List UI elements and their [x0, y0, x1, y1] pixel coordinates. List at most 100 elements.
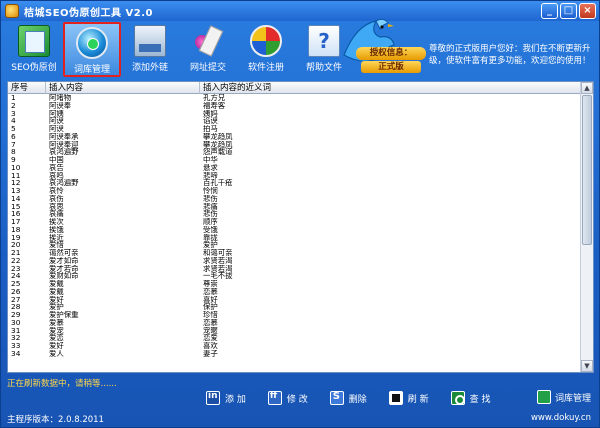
- delete-icon: [329, 391, 344, 405]
- library-button[interactable]: 词库管理: [537, 390, 591, 404]
- table-row[interactable]: 32 爱恋 恋爱: [8, 334, 581, 342]
- row-insert: 爱恋: [49, 334, 64, 342]
- find-button[interactable]: 查 找: [450, 390, 491, 406]
- globe-icon: [76, 27, 108, 59]
- toolbar-register[interactable]: 软件注册: [237, 22, 295, 77]
- row-insert: 挨饿: [49, 225, 64, 234]
- header-index[interactable]: 序号: [8, 82, 46, 94]
- table-row[interactable]: 33 爱好 喜欢: [8, 342, 581, 350]
- scroll-up-icon[interactable]: ▲: [581, 82, 593, 94]
- row-index: 34: [11, 349, 21, 358]
- add-button[interactable]: 添 加: [206, 390, 246, 406]
- row-insert: 爱人: [49, 349, 64, 358]
- vertical-scrollbar[interactable]: ▲ ▼: [580, 82, 593, 372]
- table-row[interactable]: 28 爱护 保护: [8, 303, 581, 311]
- table-row[interactable]: 2 阿谀奉 福寿客: [8, 102, 581, 110]
- delete-button[interactable]: 删除: [329, 390, 367, 406]
- row-insert: 爱财如命: [49, 272, 79, 280]
- minimize-icon[interactable]: _: [541, 3, 558, 19]
- delete-label: 删除: [348, 394, 367, 405]
- table-row[interactable]: 20 爱惜 爱护: [8, 241, 581, 249]
- table-row[interactable]: 26 爱戴 恋慕: [8, 288, 581, 296]
- row-synonym: 攀龙趋凤: [203, 132, 233, 141]
- row-insert: 爱慕: [49, 318, 64, 327]
- table-row[interactable]: 1 阿堵物 孔方兄: [8, 94, 581, 102]
- pen-icon: [192, 25, 224, 57]
- header-synonym[interactable]: 插入内容的近义词: [200, 82, 581, 94]
- row-insert: 爱好: [49, 295, 64, 304]
- edit-icon: [267, 391, 282, 405]
- row-index: 11: [11, 171, 21, 180]
- row-insert: 爱戴: [49, 280, 64, 288]
- table-row[interactable]: 15 哀思 悲痛: [8, 203, 581, 211]
- table-header: 序号 插入内容 插入内容的近义词: [8, 82, 581, 94]
- refresh-button[interactable]: 刷 新: [388, 390, 429, 406]
- table-row[interactable]: 6 阿谀奉承 攀龙趋凤: [8, 133, 581, 141]
- row-index: 16: [11, 210, 21, 218]
- table-row[interactable]: 17 挨次 顺序: [8, 218, 581, 226]
- maximize-icon[interactable]: □: [560, 3, 577, 19]
- table-row[interactable]: 13 哀怜 怜悯: [8, 187, 581, 195]
- table-row[interactable]: 25 爱戴 尊崇: [8, 280, 581, 288]
- toolbar-url-submit[interactable]: 网址提交: [179, 22, 237, 77]
- edit-button[interactable]: 修 改: [267, 390, 308, 406]
- row-index: 9: [11, 156, 16, 164]
- table-row[interactable]: 7 阿谀奉迎 攀龙趋凤: [8, 141, 581, 149]
- row-insert: 阿谀: [49, 125, 64, 133]
- toolbar-seo-label: SEO伪原创: [11, 63, 57, 73]
- thesaurus-table[interactable]: 序号 插入内容 插入内容的近义词 1 阿堵物 孔方兄 2 阿谀奉 福寿客 3 阿姨 姨妈 4 阿谀 谄…: [7, 81, 594, 373]
- table-row[interactable]: 22 爱才如命 求贤若渴: [8, 257, 581, 265]
- table-row[interactable]: 10 哀告 悬求: [8, 164, 581, 172]
- table-row[interactable]: 19 挨近 靠拢: [8, 234, 581, 242]
- table-row[interactable]: 11 哀鸣 悲啼: [8, 172, 581, 180]
- table-row[interactable]: 16 哀痛 悲伤: [8, 210, 581, 218]
- row-index: 1: [11, 94, 16, 102]
- row-insert: 哀告: [49, 163, 64, 172]
- table-row[interactable]: 21 蔼然可亲 和蔼可亲: [8, 249, 581, 257]
- table-row[interactable]: 30 爱慕 恋慕: [8, 319, 581, 327]
- row-index: 6: [11, 132, 16, 141]
- row-insert: 爱护: [49, 303, 64, 311]
- row-index: 8: [11, 148, 16, 156]
- row-insert: 阿谀奉: [49, 101, 72, 110]
- main-toolbar: SEO伪原创 词库管理 添加外链 网址提交 软件注册 帮助文件: [5, 22, 353, 78]
- row-insert: 中国: [49, 156, 64, 164]
- title-bar[interactable]: 桔城SEO伪原创工具 V2.0 _ □ ×: [1, 1, 599, 21]
- table-row[interactable]: 23 爱才若命 求贤若渴: [8, 265, 581, 273]
- table-row[interactable]: 3 阿姨 姨妈: [8, 110, 581, 118]
- row-insert: 爱才如命: [49, 256, 79, 265]
- table-row[interactable]: 14 哀伤 悲伤: [8, 195, 581, 203]
- row-insert: 哀思: [49, 202, 64, 211]
- scroll-down-icon[interactable]: ▼: [581, 360, 593, 372]
- table-row[interactable]: 24 爱财如命 一毛不拔: [8, 272, 581, 280]
- row-synonym: 悲伤: [203, 210, 218, 218]
- row-insert: 爱宠: [49, 326, 64, 335]
- row-synonym: 攀龙趋凤: [203, 140, 233, 149]
- table-row[interactable]: 18 挨饿 受饿: [8, 226, 581, 234]
- row-index: 23: [11, 264, 21, 273]
- row-synonym: 悲啼: [203, 171, 218, 180]
- header-insert[interactable]: 插入内容: [46, 82, 200, 94]
- toolbar-add-link[interactable]: 添加外链: [121, 22, 179, 77]
- row-insert: 阿谀奉承: [49, 132, 79, 141]
- close-icon[interactable]: ×: [579, 3, 596, 19]
- table-row[interactable]: 8 哀鸿遍野 怨声载道: [8, 148, 581, 156]
- row-synonym: 悲伤: [203, 194, 218, 203]
- row-insert: 哀鸿遍野: [49, 148, 79, 156]
- row-insert: 爱戴: [49, 287, 64, 296]
- table-row[interactable]: 27 爱好 喜好: [8, 296, 581, 304]
- toolbar-url-submit-label: 网址提交: [189, 63, 226, 73]
- scroll-thumb[interactable]: [582, 95, 592, 245]
- table-row[interactable]: 29 爱护保重 珍惜: [8, 311, 581, 319]
- refresh-icon: [388, 391, 403, 405]
- toolbar-thesaurus[interactable]: 词库管理: [63, 22, 121, 77]
- table-row[interactable]: 34 爱人 妻子: [8, 350, 581, 358]
- table-row[interactable]: 12 哀鸿遍野 百孔千疮: [8, 179, 581, 187]
- table-row[interactable]: 5 阿谀 拍马: [8, 125, 581, 133]
- row-index: 25: [11, 280, 21, 288]
- table-row[interactable]: 4 阿谀 谄谀: [8, 117, 581, 125]
- table-row[interactable]: 9 中国 中华: [8, 156, 581, 164]
- row-synonym: 恋爱: [203, 334, 218, 342]
- toolbar-seo-tool[interactable]: SEO伪原创: [5, 22, 63, 77]
- table-row[interactable]: 31 爱宠 宠暱: [8, 327, 581, 335]
